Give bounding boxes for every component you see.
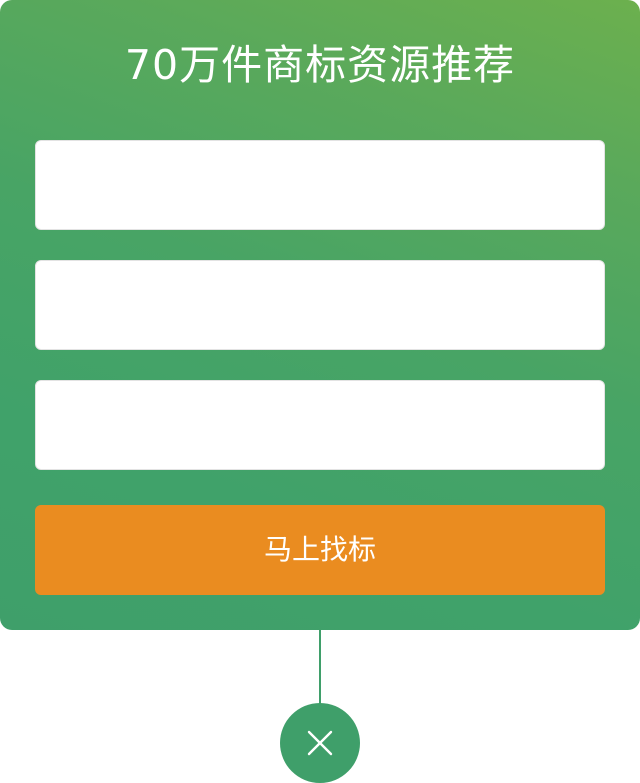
form-field-3[interactable] [35,380,605,470]
close-icon [306,729,334,757]
form-field-2[interactable] [35,260,605,350]
form-card: 70万件商标资源推荐 马上找标 [0,0,640,630]
trademark-recommend-popup: 70万件商标资源推荐 马上找标 [0,0,640,783]
form-field-1[interactable] [35,140,605,230]
close-connector-line [319,630,321,704]
find-trademark-button[interactable]: 马上找标 [35,505,605,595]
form-title: 70万件商标资源推荐 [124,41,516,89]
close-button[interactable] [280,703,360,783]
